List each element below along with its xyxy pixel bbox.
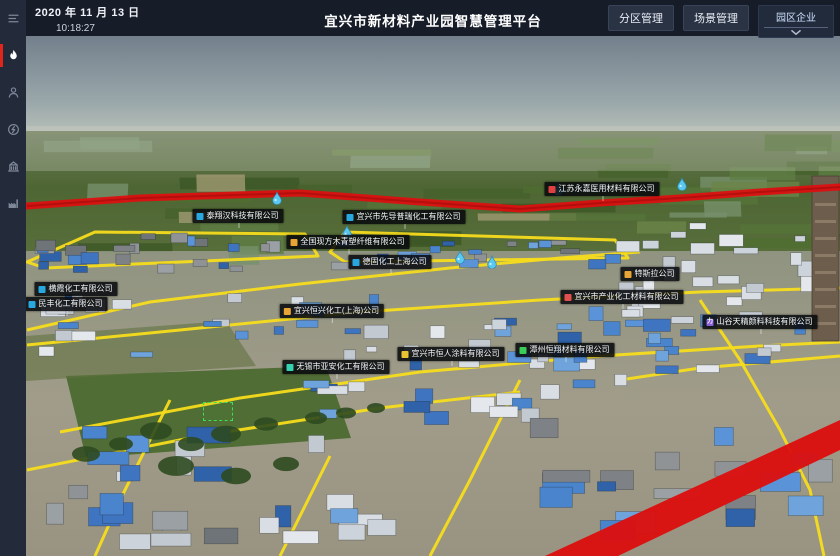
sidebar-item-personnel[interactable] — [0, 79, 26, 106]
top-bar: 2020 年 11 月 13 日 10:18:27 宜兴市新材料产业园智慧管理平… — [26, 0, 840, 36]
poi-label-text: 德固化工上海公司 — [363, 258, 427, 266]
factory-chart-icon — [7, 197, 20, 210]
map-poi-label[interactable]: 特斯拉公司 — [621, 267, 680, 281]
poi-marker-icon — [549, 186, 556, 193]
sidebar-item-fire[interactable] — [0, 42, 26, 69]
water-drop-sprite[interactable] — [677, 178, 688, 191]
map-poi-label[interactable]: 江苏永嘉医用材料有限公司 — [545, 182, 660, 196]
map-poi-label[interactable]: 宜兴市恒人涂料有限公司 — [398, 347, 505, 361]
map-poi-label[interactable]: 潭州恒翔材料有限公司 — [516, 343, 615, 357]
poi-marker-icon — [520, 347, 527, 354]
poi-label-text: 江苏永嘉医用材料有限公司 — [559, 185, 655, 193]
poi-label-text: 宜兴恒兴化工(上海)公司 — [294, 307, 379, 315]
map-poi-label[interactable]: 宜兴市先导普瑞化工有限公司 — [343, 210, 466, 224]
map-poi-label[interactable]: 横霞化工有限公司 — [35, 282, 118, 296]
poi-label-text: 宜兴市先导普瑞化工有限公司 — [357, 213, 461, 221]
map-poi-label[interactable]: 德固化工上海公司 — [349, 255, 432, 269]
park-enterprise-dropdown[interactable]: 园区企业 — [758, 5, 834, 38]
map-poi-label[interactable]: 宜兴市产业化工材料有限公司 — [561, 290, 684, 304]
map-poi-label[interactable]: 民丰化工有限公司 — [26, 297, 108, 311]
fire-icon — [7, 49, 20, 62]
poi-label-text: 横霞化工有限公司 — [49, 285, 113, 293]
poi-label-text: 山谷天精颜料科技有限公司 — [717, 318, 813, 326]
scene-management-button[interactable]: 场景管理 — [683, 5, 749, 31]
poi-label-text: 潭州恒翔材料有限公司 — [530, 346, 610, 354]
poi-marker-icon — [284, 308, 291, 315]
sidebar — [0, 0, 26, 556]
topbar-actions: 分区管理 场景管理 园区企业 — [608, 5, 834, 38]
poi-marker-icon — [29, 301, 36, 308]
map-poi-label[interactable]: 全国现方木青塑纤维有限公司 — [287, 235, 410, 249]
poi-label-text: 特斯拉公司 — [635, 270, 675, 278]
poi-marker-icon — [353, 259, 360, 266]
poi-label-text: 宜兴市产业化工材料有限公司 — [575, 293, 679, 301]
building-icon — [7, 160, 20, 173]
menu-icon — [7, 12, 20, 25]
selection-marquee — [203, 402, 233, 421]
user-icon — [7, 86, 20, 99]
sidebar-item-statistics[interactable] — [0, 190, 26, 217]
poi-label-text: 民丰化工有限公司 — [39, 300, 103, 308]
poi-marker-icon — [347, 214, 354, 221]
map-canvas — [26, 36, 840, 556]
water-drop-sprite[interactable] — [272, 192, 283, 205]
poi-label-text: 宜兴市恒人涂料有限公司 — [412, 350, 500, 358]
chevron-down-icon — [791, 30, 801, 35]
dropdown-label: 园区企业 — [764, 9, 828, 28]
map-poi-label[interactable]: 泰翔汉科技有限公司 — [193, 209, 284, 223]
poi-label-text: 全国现方木青塑纤维有限公司 — [301, 238, 405, 246]
smart-park-platform: 2020 年 11 月 13 日 10:18:27 宜兴市新材料产业园智慧管理平… — [0, 0, 840, 556]
poi-marker-icon — [565, 294, 572, 301]
poi-label-text: 泰翔汉科技有限公司 — [207, 212, 279, 220]
zone-management-button[interactable]: 分区管理 — [608, 5, 674, 31]
map-poi-label[interactable]: 宜兴恒兴化工(上海)公司 — [280, 304, 384, 318]
water-drop-sprite[interactable] — [487, 256, 498, 269]
water-drop-sprite[interactable] — [455, 251, 466, 264]
sidebar-item-energy[interactable] — [0, 116, 26, 143]
poi-marker-icon — [197, 213, 204, 220]
sidebar-item-enterprise[interactable] — [0, 153, 26, 180]
poi-marker-icon — [291, 239, 298, 246]
poi-label-text: 无锡市亚安化工有限公司 — [297, 363, 385, 371]
poi-marker-icon — [625, 271, 632, 278]
map-3d-view[interactable]: 泰翔汉科技有限公司 宜兴市先导普瑞化工有限公司全国现方木青塑纤维有限公司德固化工上… — [26, 36, 840, 556]
poi-marker-icon — [39, 286, 46, 293]
map-poi-label[interactable]: 力山谷天精颜料科技有限公司 — [703, 315, 818, 329]
poi-marker-icon — [402, 351, 409, 358]
map-poi-label[interactable]: 无锡市亚安化工有限公司 — [283, 360, 390, 374]
sidebar-item-menu[interactable] — [0, 5, 26, 32]
poi-marker-icon — [287, 364, 294, 371]
poi-marker-icon: 力 — [707, 319, 714, 326]
meter-icon — [7, 123, 20, 136]
